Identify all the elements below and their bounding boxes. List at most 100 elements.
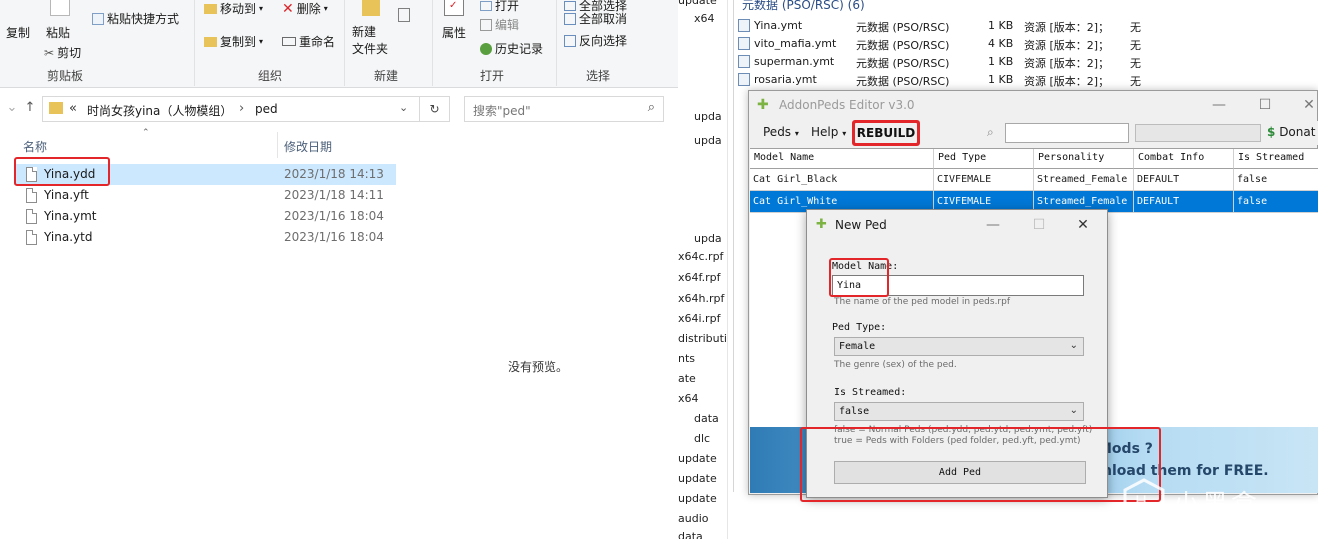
copy-to-button[interactable]: 复制到 ▾	[204, 33, 263, 50]
select-none-button[interactable]: 全部取消	[564, 10, 627, 27]
file-row[interactable]: Yina.ytd 2023/1/16 18:04	[14, 227, 396, 248]
copy-button[interactable]: 复制	[6, 24, 30, 41]
tree-item[interactable]: upda	[694, 232, 722, 245]
preview-pane: 没有预览。	[398, 128, 678, 539]
tree-item[interactable]: audio	[678, 512, 708, 525]
maximize-icon[interactable]: ☐	[1255, 95, 1275, 115]
tree-item[interactable]: x64	[678, 392, 699, 405]
tree-item[interactable]: data	[694, 412, 719, 425]
list-item[interactable]: rosaria.ymt 元数据 (PSO/RSC) 1 KB 资源 [版本：2]…	[738, 71, 1158, 89]
move-to-button[interactable]: 移动到 ▾	[204, 0, 263, 17]
menu-peds[interactable]: Peds ▾	[763, 125, 799, 139]
table-cell: Streamed_Female	[1034, 169, 1134, 191]
file-name: Yina.ymt	[44, 209, 97, 223]
table-cell: CIVFEMALE	[934, 169, 1034, 191]
rebuild-button[interactable]: REBUILD	[853, 121, 919, 145]
file-icon	[738, 19, 750, 32]
breadcrumb-separator: ›	[239, 101, 245, 116]
paste-shortcut-button[interactable]: 粘贴快捷方式	[92, 10, 179, 27]
refresh-button[interactable]: ↻	[420, 96, 450, 122]
tree-item[interactable]: distribution	[678, 332, 727, 345]
invert-selection-button[interactable]: 反向选择	[564, 32, 627, 49]
column-header[interactable]: Combat Info	[1134, 149, 1234, 169]
add-ped-button[interactable]: Add Ped	[834, 461, 1086, 484]
tree-item[interactable]: ate	[678, 372, 696, 385]
tree-item[interactable]: upda	[694, 110, 722, 123]
breadcrumb-current[interactable]: ped	[255, 102, 278, 116]
list-item[interactable]: superman.ymt 元数据 (PSO/RSC) 1 KB 资源 [版本：2…	[738, 53, 1158, 71]
watermark-text: 小黑盒	[1173, 490, 1261, 520]
is-streamed-value: false	[839, 406, 870, 417]
list-item[interactable]: vito_mafia.ymt 元数据 (PSO/RSC) 4 KB 资源 [版本…	[738, 35, 1158, 53]
model-name-input[interactable]: Yina	[832, 275, 1084, 296]
rename-icon	[282, 37, 296, 46]
folder-icon	[49, 102, 63, 114]
edit-button[interactable]: 编辑	[480, 16, 519, 33]
delete-button[interactable]: ✕ 删除 ▾	[282, 0, 328, 17]
paste-button[interactable]: 粘贴	[46, 24, 70, 41]
column-header[interactable]: Ped Type	[934, 149, 1034, 169]
chevron-down-icon[interactable]: ⌄	[399, 101, 408, 114]
item-type: 元数据 (PSO/RSC)	[856, 57, 950, 70]
tree-item[interactable]: data	[678, 530, 703, 539]
properties-button[interactable]: 属性	[442, 24, 466, 41]
ped-type-select[interactable]: Female ⌄	[834, 337, 1084, 356]
is-streamed-select[interactable]: false ⌄	[834, 402, 1084, 421]
column-header[interactable]: Is Streamed	[1234, 149, 1318, 169]
search-icon: ⌕	[647, 100, 655, 115]
group-organize-label: 组织	[258, 69, 283, 83]
tree-item[interactable]: nts	[678, 352, 695, 365]
search-input[interactable]	[1005, 123, 1129, 143]
history-button[interactable]: 历史记录	[480, 40, 543, 57]
new-folder-button[interactable]: 新建 文件夹	[352, 24, 388, 58]
column-date-header[interactable]: 修改日期	[284, 138, 332, 155]
dialog-title: New Ped	[835, 218, 887, 232]
item-info: 资源 [版本：2]；	[1024, 57, 1110, 70]
tree-item[interactable]: x64	[694, 12, 715, 25]
minimize-icon[interactable]: —	[1209, 95, 1229, 115]
close-icon[interactable]: ✕	[1073, 215, 1093, 235]
file-row[interactable]: Yina.yft 2023/1/18 14:11	[14, 185, 396, 206]
search-input[interactable]: 搜索"ped" ⌕	[464, 96, 664, 122]
donate-button[interactable]: $ Donat	[1267, 125, 1315, 139]
shortcut-icon	[92, 12, 104, 25]
file-row[interactable]: Yina.ydd 2023/1/18 14:13	[14, 164, 396, 185]
tree-item[interactable]: upda	[694, 134, 722, 147]
model-name-value: Yina	[837, 280, 862, 291]
item-size: 1 KB	[988, 19, 1014, 32]
column-header[interactable]: Model Name	[750, 149, 934, 169]
tree-item[interactable]: x64h.rpf	[678, 292, 724, 305]
svg-text:H: H	[1135, 492, 1147, 511]
column-name-header[interactable]: 名称	[23, 138, 47, 155]
rename-button[interactable]: 重命名	[282, 33, 335, 50]
list-item[interactable]: Yina.ymt 元数据 (PSO/RSC) 1 KB 资源 [版本：2]； 无	[738, 17, 1158, 35]
tree-item[interactable]: x64f.rpf	[678, 271, 720, 284]
breadcrumb-parent[interactable]: 时尚女孩yina（人物模组）	[87, 102, 232, 119]
close-icon[interactable]: ✕	[1299, 95, 1318, 115]
up-arrow-icon[interactable]: ↑	[22, 100, 38, 116]
new-item-icon[interactable]	[398, 8, 410, 22]
tree-item[interactable]: x64c.rpf	[678, 250, 723, 263]
tree-item[interactable]: dlc	[694, 432, 710, 445]
tree-item[interactable]: update	[678, 0, 717, 7]
minimize-icon[interactable]: —	[983, 215, 1003, 235]
item-extra: 无	[1130, 39, 1141, 52]
column-header[interactable]: Personality	[1034, 149, 1134, 169]
tree-item[interactable]: x64i.rpf	[678, 312, 720, 325]
file-row[interactable]: Yina.ymt 2023/1/16 18:04	[14, 206, 396, 227]
tree-item[interactable]: update	[678, 492, 717, 505]
open-button[interactable]: 打开	[480, 0, 519, 14]
cut-button[interactable]: ✂ 剪切	[44, 44, 81, 61]
file-date: 2023/1/16 18:04	[284, 209, 384, 223]
tree-item[interactable]: update	[678, 472, 717, 485]
table-row[interactable]: Cat Girl_Black CIVFEMALE Streamed_Female…	[750, 169, 1318, 191]
ped-type-hint: The genre (sex) of the ped.	[834, 360, 957, 370]
group-header: 元数据 (PSO/RSC) (6)	[742, 0, 865, 12]
dropdown-arrow-icon: ▾	[794, 129, 799, 138]
menu-help[interactable]: Help ▾	[811, 125, 846, 139]
back-arrow-icon[interactable]: ⌄	[4, 100, 20, 116]
is-streamed-hint: true = Peds with Folders (ped folder, pe…	[834, 436, 1081, 446]
path-overflow[interactable]: «	[69, 101, 77, 116]
path-field[interactable]: « 时尚女孩yina（人物模组） › ped ⌄	[42, 96, 420, 122]
tree-item[interactable]: update	[678, 452, 717, 465]
